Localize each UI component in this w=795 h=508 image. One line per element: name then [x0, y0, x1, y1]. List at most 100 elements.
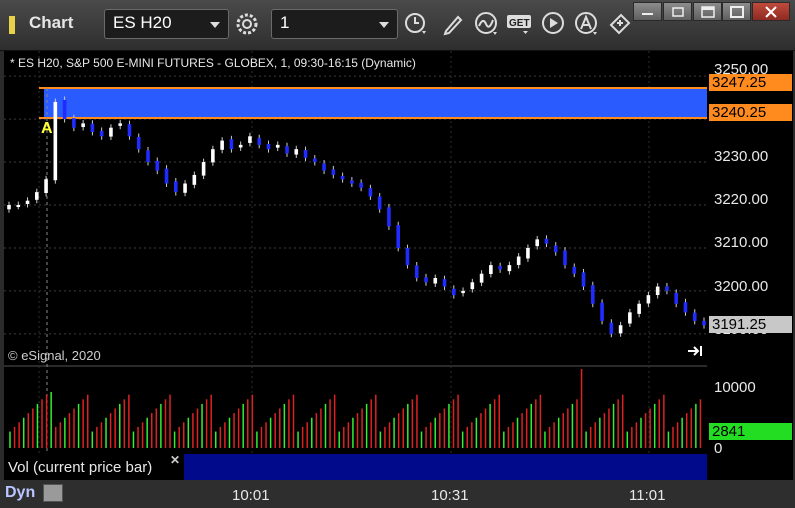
vol-label: 10000 — [714, 379, 756, 396]
symbol-value: ES H20 — [113, 13, 172, 33]
drag-grip-icon[interactable] — [9, 16, 15, 34]
candle-body — [91, 124, 95, 132]
candle-body — [26, 201, 30, 204]
candle-body — [294, 149, 298, 154]
pencil-icon[interactable] — [439, 10, 467, 38]
candle-body — [591, 285, 595, 304]
maximize-button[interactable] — [722, 2, 751, 21]
minimize-button[interactable] — [633, 2, 662, 21]
candle-body — [7, 205, 11, 209]
candle-body — [359, 183, 363, 188]
candle-body — [183, 184, 187, 193]
candle-body — [369, 188, 373, 196]
candle-body — [702, 321, 706, 325]
candle-body — [276, 145, 280, 148]
candle-body — [81, 123, 85, 127]
candle-body — [16, 205, 20, 207]
candle-body — [647, 295, 651, 303]
chart-window: Chart ES H20 1 GET * ES H20, S&P 500 E-M… — [0, 0, 795, 508]
candle-body — [202, 162, 206, 176]
candle-body — [54, 102, 58, 180]
app-title: Chart — [29, 13, 73, 33]
candle-body — [387, 207, 391, 226]
candle-body — [628, 312, 632, 323]
volume-tag: 2841 — [709, 423, 792, 440]
price-label: 3220.00 — [714, 191, 768, 208]
cursor-icon[interactable] — [606, 10, 634, 38]
candle-body — [535, 239, 539, 246]
candle-body — [693, 313, 697, 321]
candle-body — [452, 289, 456, 295]
get-icon[interactable]: GET — [506, 10, 534, 38]
candle-body — [257, 138, 261, 145]
candle-body — [656, 287, 660, 295]
window-menu-button[interactable] — [693, 2, 722, 21]
candle-body — [44, 179, 48, 193]
candle-body — [118, 123, 122, 125]
candle-body — [406, 248, 410, 265]
candle-body — [461, 291, 465, 293]
candle-body — [396, 225, 400, 248]
interval-value: 1 — [280, 13, 289, 33]
time-label: 10:01 — [232, 487, 270, 504]
candle-body — [582, 272, 586, 286]
chart-svg — [4, 51, 707, 480]
time-label: 11:01 — [629, 487, 665, 504]
candle-body — [146, 150, 150, 162]
candle-body — [332, 169, 336, 175]
dyn-label[interactable]: Dyn — [5, 484, 35, 502]
candle-body — [193, 175, 197, 185]
zone-top-tag: 3247.25 — [709, 74, 792, 91]
marker-label: A — [41, 120, 53, 138]
candle-body — [72, 118, 76, 128]
candle-body — [137, 137, 141, 149]
restore-button[interactable] — [663, 2, 692, 21]
close-icon[interactable]: ✕ — [170, 453, 180, 467]
time-label: 10:31 — [431, 487, 469, 504]
candle-body — [674, 293, 678, 304]
wave-icon[interactable] — [473, 10, 501, 38]
copyright-text: © eSignal, 2020 — [8, 348, 101, 363]
vol-panel-label: Vol (current price bar) — [8, 459, 152, 476]
svg-text:GET: GET — [509, 18, 530, 29]
candle-body — [610, 323, 614, 334]
lock-icon[interactable] — [43, 484, 63, 502]
candle-body — [63, 100, 67, 119]
settings-icon[interactable] — [233, 10, 261, 38]
candle-body — [35, 192, 39, 200]
candle-body — [498, 266, 502, 269]
candle-body — [637, 304, 641, 314]
candle-body — [267, 144, 271, 149]
candle-body — [128, 124, 132, 136]
candle-body — [554, 246, 558, 253]
candle-body — [517, 257, 521, 265]
candle-body — [508, 265, 512, 271]
candle-body — [285, 146, 289, 153]
symbol-select[interactable]: ES H20 — [104, 9, 229, 39]
candle-body — [424, 277, 428, 282]
candle-body — [174, 181, 178, 192]
candle-body — [109, 128, 113, 137]
candle-body — [211, 149, 215, 162]
candle-body — [220, 141, 224, 150]
candle-body — [378, 196, 382, 209]
time-axis[interactable] — [0, 480, 795, 508]
a-icon[interactable] — [573, 10, 601, 38]
candle-body — [100, 131, 104, 136]
candle-body — [443, 279, 447, 286]
candle-body — [155, 161, 159, 171]
title-bar[interactable]: Chart ES H20 1 GET — [0, 0, 795, 51]
candle-body — [572, 267, 576, 274]
price-label: 3200.00 — [714, 278, 768, 295]
zone-rect — [44, 88, 707, 118]
clock-icon[interactable] — [402, 10, 430, 38]
interval-select[interactable]: 1 — [271, 9, 398, 39]
candle-body — [665, 286, 669, 291]
candle-body — [545, 239, 549, 244]
price-label: 3230.00 — [714, 148, 768, 165]
price-chart-area[interactable] — [4, 51, 707, 480]
close-button[interactable] — [752, 2, 790, 21]
candle-body — [341, 176, 345, 179]
play-icon[interactable] — [540, 10, 568, 38]
jump-to-end-icon — [688, 346, 701, 356]
